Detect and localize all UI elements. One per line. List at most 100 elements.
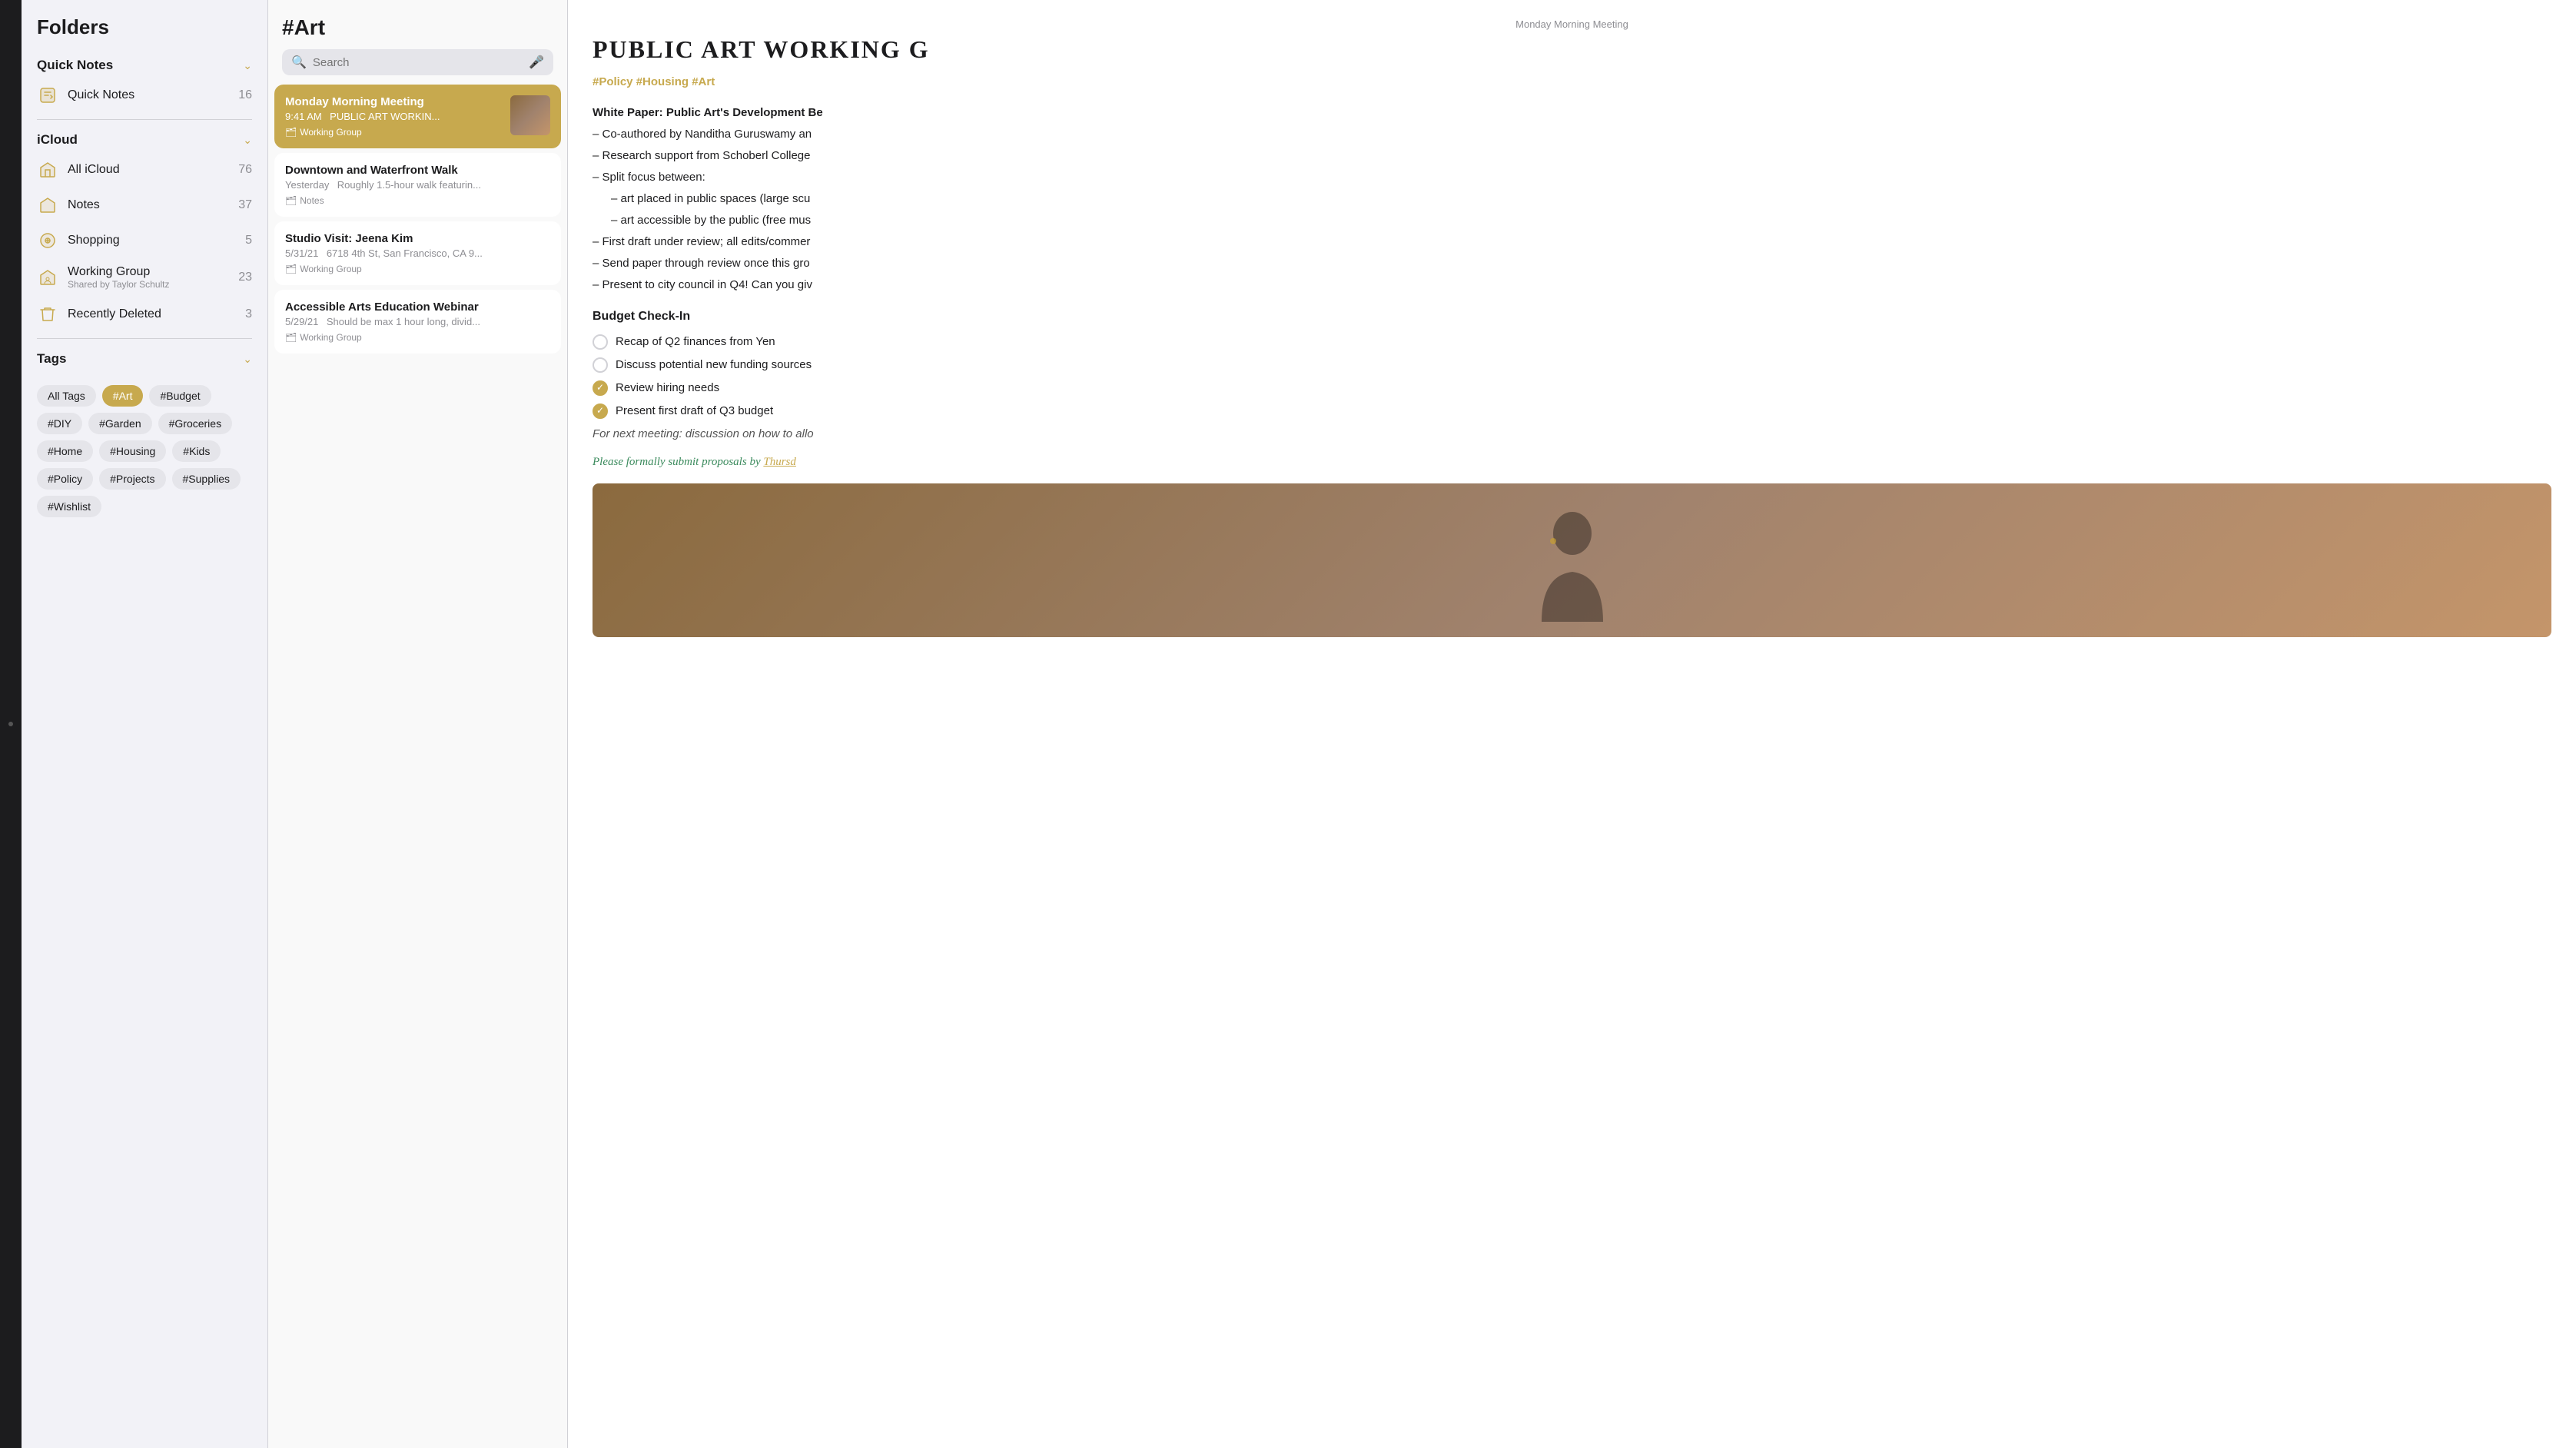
tag-diy[interactable]: #DIY [37, 413, 82, 434]
quick-notes-chevron-icon[interactable]: ⌄ [243, 59, 252, 72]
note-card-monday-content: Monday Morning Meeting 9:41 AM PUBLIC AR… [285, 95, 503, 138]
checklist-item-budget-draft: Present first draft of Q3 budget [593, 402, 2551, 420]
note-card-studio-visit[interactable]: Studio Visit: Jeena Kim 5/31/21 6718 4th… [274, 221, 561, 285]
folders-panel: Folders Quick Notes ⌄ Quick Notes 16 iCl… [22, 0, 267, 1448]
note-card-monday-morning[interactable]: Monday Morning Meeting 9:41 AM PUBLIC AR… [274, 85, 561, 148]
folder-item-notes[interactable]: Notes 37 [22, 188, 267, 223]
tag-housing[interactable]: #Housing [99, 440, 166, 462]
note-title-accessible: Accessible Arts Education Webinar [285, 301, 550, 314]
line-4: – art placed in public spaces (large scu [611, 190, 2551, 208]
line-3: – Split focus between: [593, 168, 2551, 187]
note-image [593, 483, 2551, 637]
note-title-downtown: Downtown and Waterfront Walk [285, 164, 550, 177]
folder-item-recently-deleted[interactable]: Recently Deleted 3 [22, 297, 267, 332]
italic-line: For next meeting: discussion on how to a… [593, 425, 2551, 443]
search-bar[interactable]: 🔍 🎤 [282, 49, 553, 75]
note-date-monday: 9:41 AM [285, 111, 322, 122]
note-preview-downtown: Roughly 1.5-hour walk featurin... [337, 179, 481, 191]
folder-name-quick-notes: Quick Notes [68, 88, 238, 102]
all-icloud-icon [37, 159, 58, 181]
note-card-accessible-content: Accessible Arts Education Webinar 5/29/2… [285, 301, 550, 343]
note-preview-studio: 6718 4th St, San Francisco, CA 9... [327, 247, 483, 259]
note-folder-studio: 🗂 Working Group [285, 264, 550, 274]
notes-list-header: #Art 🔍 🎤 [268, 0, 567, 85]
checklist-text-hiring: Review hiring needs [616, 379, 719, 397]
note-card-downtown[interactable]: Downtown and Waterfront Walk Yesterday R… [274, 153, 561, 217]
note-card-studio-content: Studio Visit: Jeena Kim 5/31/21 6718 4th… [285, 232, 550, 274]
folder-count-shopping: 5 [245, 234, 252, 247]
notes-list: Monday Morning Meeting 9:41 AM PUBLIC AR… [268, 85, 567, 1448]
line-7: – Send paper through review once this gr… [593, 254, 2551, 273]
search-input[interactable] [313, 56, 523, 69]
search-icon: 🔍 [291, 55, 307, 70]
white-paper-header-bold: White Paper: Public Art's Development Be [593, 106, 823, 119]
green-line-container: Please formally submit proposals by Thur… [593, 453, 2551, 471]
green-line-link[interactable]: Thursd [763, 456, 796, 468]
folder-name-notes: Notes [68, 198, 238, 212]
tag-budget[interactable]: #Budget [149, 385, 211, 407]
tags-section-header[interactable]: Tags ⌄ [22, 345, 267, 371]
line-2: – Research support from Schoberl College [593, 147, 2551, 165]
tags-chevron-icon[interactable]: ⌄ [243, 353, 252, 366]
note-thumb-monday [510, 95, 550, 135]
tag-garden[interactable]: #Garden [88, 413, 151, 434]
checkbox-budget-draft[interactable] [593, 404, 608, 419]
tag-policy[interactable]: #Policy [37, 468, 93, 490]
shopping-icon [37, 230, 58, 251]
tag-supplies[interactable]: #Supplies [172, 468, 241, 490]
tags-grid-container: All Tags #Art #Budget #DIY #Garden #Groc… [22, 371, 267, 523]
note-preview-accessible: Should be max 1 hour long, divid... [327, 316, 480, 327]
folder-item-all-icloud[interactable]: All iCloud 76 [22, 152, 267, 188]
checklist-item-recap: Recap of Q2 finances from Yen [593, 333, 2551, 351]
note-card-accessible-arts[interactable]: Accessible Arts Education Webinar 5/29/2… [274, 290, 561, 354]
tag-home[interactable]: #Home [37, 440, 93, 462]
divider-2 [37, 338, 252, 339]
note-detail-title: PUBLIC ART WORKING G [593, 36, 2551, 63]
tag-all-tags[interactable]: All Tags [37, 385, 96, 407]
checkbox-recap[interactable] [593, 334, 608, 350]
folders-title: Folders [22, 15, 267, 51]
note-card-downtown-content: Downtown and Waterfront Walk Yesterday R… [285, 164, 550, 206]
mic-icon[interactable]: 🎤 [529, 55, 544, 70]
folder-name-working-group: Working Group [68, 265, 150, 278]
note-folder-downtown: 🗂 Notes [285, 195, 550, 206]
folder-count-notes: 37 [238, 198, 252, 212]
folder-item-working-group[interactable]: Working Group Shared by Taylor Schultz 2… [22, 258, 267, 297]
tag-wishlist[interactable]: #Wishlist [37, 496, 101, 517]
working-group-icon [37, 267, 58, 288]
person-silhouette-svg [1526, 499, 1618, 622]
icloud-chevron-icon[interactable]: ⌄ [243, 134, 252, 147]
icloud-section-header[interactable]: iCloud ⌄ [22, 126, 267, 152]
note-detail-meta: Monday Morning Meeting [593, 18, 2551, 30]
tag-art[interactable]: #Art [102, 385, 144, 407]
tag-groceries[interactable]: #Groceries [158, 413, 232, 434]
folder-item-shopping[interactable]: Shopping 5 [22, 223, 267, 258]
folder-icon-downtown: 🗂 [285, 195, 297, 206]
folder-icon-studio: 🗂 [285, 264, 297, 274]
note-folder-accessible: 🗂 Working Group [285, 332, 550, 343]
notes-list-title: #Art [282, 15, 553, 40]
checklist-text-recap: Recap of Q2 finances from Yen [616, 333, 775, 351]
quick-notes-section-header[interactable]: Quick Notes ⌄ [22, 51, 267, 78]
checklist-text-funding: Discuss potential new funding sources [616, 356, 812, 374]
tag-projects[interactable]: #Projects [99, 468, 165, 490]
icloud-section-label: iCloud [37, 132, 78, 148]
checkbox-hiring[interactable] [593, 380, 608, 396]
white-paper-header: White Paper: Public Art's Development Be [593, 104, 2551, 122]
quick-notes-section-label: Quick Notes [37, 58, 113, 73]
line-5: – art accessible by the public (free mus [611, 211, 2551, 230]
tag-kids[interactable]: #Kids [172, 440, 221, 462]
note-detail-panel: Monday Morning Meeting PUBLIC ART WORKIN… [567, 0, 2576, 1448]
tags-section-label: Tags [37, 351, 66, 367]
line-6: – First draft under review; all edits/co… [593, 233, 2551, 251]
folder-item-quick-notes[interactable]: Quick Notes 16 [22, 78, 267, 113]
sidebar-dot [8, 722, 13, 726]
note-card-accessible-header: Accessible Arts Education Webinar 5/29/2… [285, 301, 550, 343]
note-card-monday-header: Monday Morning Meeting 9:41 AM PUBLIC AR… [285, 95, 550, 138]
checkbox-funding[interactable] [593, 357, 608, 373]
green-line: Please formally submit proposals by [593, 456, 763, 468]
note-title-monday: Monday Morning Meeting [285, 95, 503, 108]
folder-name-recently-deleted: Recently Deleted [68, 307, 245, 321]
note-card-studio-header: Studio Visit: Jeena Kim 5/31/21 6718 4th… [285, 232, 550, 274]
note-folder-monday: 🗂 Working Group [285, 127, 503, 138]
